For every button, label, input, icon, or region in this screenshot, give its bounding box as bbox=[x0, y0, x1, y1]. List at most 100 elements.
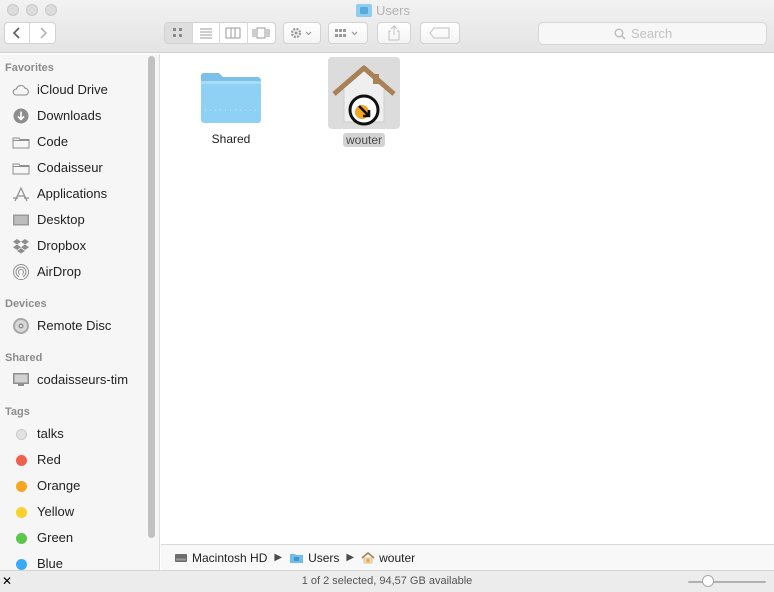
tag-color-dot bbox=[15, 428, 27, 440]
path-separator-icon: ▶ bbox=[274, 552, 283, 563]
path-separator-icon: ▶ bbox=[346, 552, 355, 563]
sidebar-item-label: iCloud Drive bbox=[37, 82, 108, 97]
cover-flow-view-button[interactable] bbox=[248, 23, 275, 43]
sidebar-tag-red[interactable]: Red bbox=[0, 448, 148, 472]
view-mode-selector bbox=[164, 22, 276, 44]
sidebar-item-codaisseur[interactable]: Codaisseur bbox=[0, 156, 148, 180]
path-segment-label: Macintosh HD bbox=[192, 550, 268, 565]
desktop-icon bbox=[12, 212, 30, 228]
status-bar: ✕ 1 of 2 selected, 94,57 GB available bbox=[0, 570, 774, 592]
arrange-grid-icon bbox=[335, 29, 358, 37]
sidebar-item-label: Code bbox=[37, 134, 69, 149]
sidebar-item-applications[interactable]: Applications bbox=[0, 182, 148, 206]
sidebar-scrollbar[interactable] bbox=[148, 56, 155, 538]
status-text: 1 of 2 selected, 94,57 GB available bbox=[301, 575, 473, 587]
sidebar-item-label: talks bbox=[37, 426, 64, 441]
sidebar-item-desktop[interactable]: Desktop bbox=[0, 208, 148, 232]
share-button[interactable] bbox=[377, 22, 411, 44]
sidebar-tag-yellow[interactable]: Yellow bbox=[0, 500, 148, 524]
sidebar-item-codaisseurs-tim[interactable]: codaisseurs-tim bbox=[0, 368, 148, 392]
sidebar-section-shared: Shared bbox=[5, 352, 43, 364]
sidebar-section-devices: Devices bbox=[5, 298, 47, 310]
home-icon bbox=[361, 551, 375, 563]
sidebar-item-label: Remote Disc bbox=[37, 318, 112, 333]
arrange-menu-button[interactable] bbox=[328, 22, 368, 44]
chevron-right-icon bbox=[39, 27, 47, 39]
sidebar-section-tags: Tags bbox=[5, 406, 30, 418]
list-view-button[interactable] bbox=[193, 23, 220, 43]
search-field[interactable] bbox=[538, 22, 767, 45]
back-button[interactable] bbox=[5, 23, 31, 43]
path-segment-label: wouter bbox=[379, 550, 416, 565]
path-segment-label: Users bbox=[308, 550, 340, 565]
search-icon bbox=[614, 28, 626, 39]
file-icon-grid: Shared wouter bbox=[161, 54, 774, 544]
airdrop-icon bbox=[12, 264, 30, 280]
sidebar-item-remote-disc[interactable]: Remote Disc bbox=[0, 314, 148, 338]
sidebar-item-code[interactable]: Code bbox=[0, 130, 148, 154]
search-input[interactable] bbox=[631, 26, 691, 41]
tag-color-dot bbox=[15, 454, 27, 466]
sidebar-item-label: Dropbox bbox=[37, 238, 87, 253]
users-folder-icon bbox=[356, 3, 372, 17]
tag-color-dot bbox=[15, 480, 27, 492]
folder-icon bbox=[12, 134, 30, 150]
window-title-text: Users bbox=[376, 2, 410, 18]
close-window-button[interactable] bbox=[7, 4, 19, 16]
sidebar-item-label: Blue bbox=[37, 556, 64, 570]
tag-color-dot bbox=[15, 532, 27, 544]
disc-icon bbox=[12, 318, 30, 334]
sidebar-item-label: codaisseurs-tim bbox=[37, 372, 129, 387]
folder-icon bbox=[290, 553, 304, 563]
file-item-wouter[interactable]: wouter bbox=[321, 57, 407, 147]
sidebar-tag-orange[interactable]: Orange bbox=[0, 474, 148, 498]
zoom-window-button[interactable] bbox=[45, 4, 57, 16]
shared-folder-icon bbox=[188, 64, 274, 126]
sidebar-item-airdrop[interactable]: AirDrop bbox=[0, 260, 148, 284]
sidebar-item-dropbox[interactable]: Dropbox bbox=[0, 234, 148, 258]
icon-view-button[interactable] bbox=[165, 23, 193, 43]
sidebar-tag-green[interactable]: Green bbox=[0, 526, 148, 550]
folder-icon bbox=[12, 160, 30, 176]
path-segment-users[interactable]: Users bbox=[289, 551, 339, 565]
sidebar-item-label: Orange bbox=[37, 478, 81, 493]
sidebar-item-label: Green bbox=[37, 530, 74, 545]
icon-size-slider-knob[interactable] bbox=[702, 575, 714, 587]
edit-tags-button[interactable] bbox=[420, 22, 460, 44]
icon-size-slider-track[interactable] bbox=[688, 581, 766, 583]
file-item-shared[interactable]: Shared bbox=[188, 64, 274, 146]
path-segment-wouter[interactable]: wouter bbox=[361, 551, 415, 565]
window-title: Users bbox=[356, 2, 410, 18]
sidebar-tag-talks[interactable]: talks bbox=[0, 422, 148, 446]
sidebar-item-label: Red bbox=[37, 452, 61, 467]
applications-icon bbox=[12, 186, 30, 202]
cloud-icon bbox=[12, 82, 30, 98]
navigation-buttons bbox=[4, 22, 56, 44]
sidebar-item-downloads[interactable]: Downloads bbox=[0, 104, 148, 128]
sidebar-item-label: AirDrop bbox=[37, 264, 82, 279]
share-icon bbox=[388, 25, 400, 41]
chevron-left-icon bbox=[12, 27, 20, 39]
sidebar-item-icloud-drive[interactable]: iCloud Drive bbox=[0, 78, 148, 102]
forward-button[interactable] bbox=[30, 23, 55, 43]
sidebar-item-label: Desktop bbox=[37, 212, 85, 227]
sidebar-item-label: Downloads bbox=[37, 108, 102, 123]
sidebar-item-label: Yellow bbox=[37, 504, 75, 519]
hard-drive-icon bbox=[175, 553, 187, 562]
gear-icon bbox=[290, 27, 312, 39]
sidebar-item-label: Applications bbox=[37, 186, 108, 201]
home-folder-icon bbox=[332, 65, 396, 126]
column-view-button[interactable] bbox=[220, 23, 248, 43]
computer-icon bbox=[12, 372, 30, 388]
action-menu-button[interactable] bbox=[283, 22, 321, 44]
sidebar: Favorites iCloud Drive Downloads Code Co… bbox=[0, 54, 160, 570]
sidebar-item-label: Codaisseur bbox=[37, 160, 103, 175]
minimize-window-button[interactable] bbox=[26, 4, 38, 16]
tag-icon bbox=[429, 27, 450, 39]
path-bar: Macintosh HD ▶ Users ▶ wouter bbox=[161, 544, 774, 570]
dropbox-icon bbox=[12, 238, 30, 254]
path-segment-macintosh-hd[interactable]: Macintosh HD bbox=[174, 551, 267, 565]
list-view-icon bbox=[199, 28, 212, 39]
sidebar-tag-blue[interactable]: Blue bbox=[0, 552, 148, 570]
tag-color-dot bbox=[15, 506, 27, 518]
